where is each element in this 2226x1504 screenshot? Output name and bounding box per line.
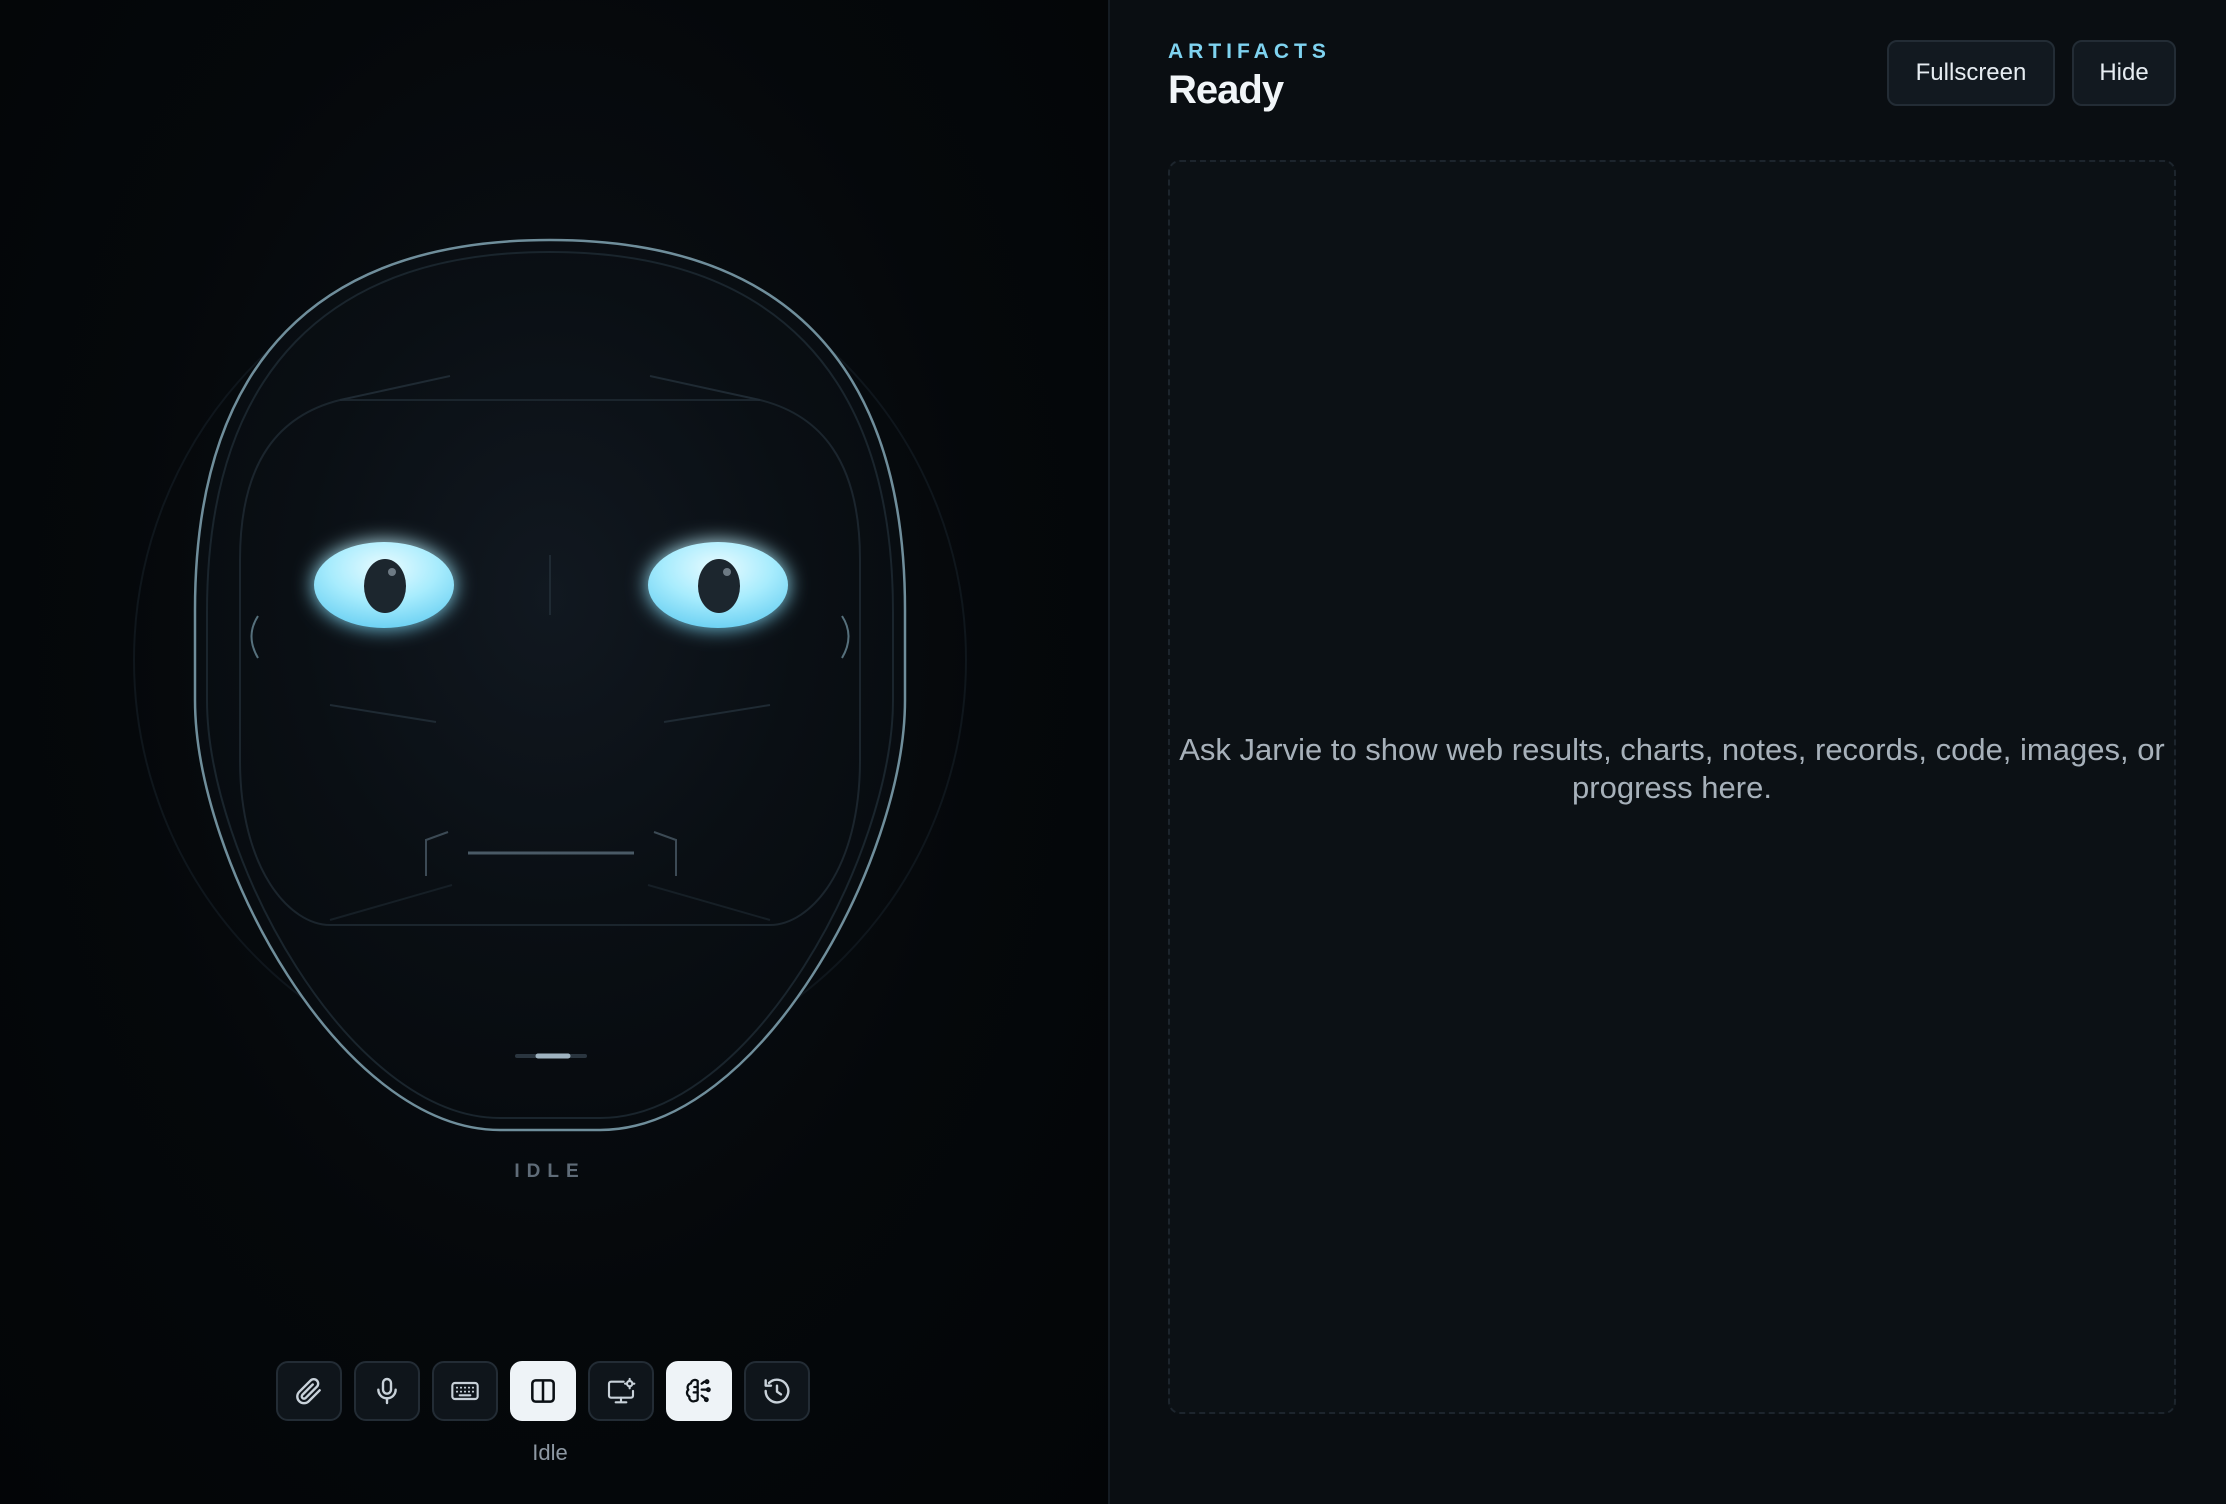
assistant-pane: IDLE Idle bbox=[0, 0, 1110, 1504]
toolbar-status: Idle bbox=[532, 1440, 568, 1465]
paperclip-icon bbox=[296, 1377, 321, 1405]
pupil-left bbox=[364, 559, 406, 613]
input-toolbar bbox=[276, 1361, 810, 1421]
assistant-face bbox=[133, 238, 967, 1132]
eye-left bbox=[314, 542, 454, 628]
attach-button[interactable] bbox=[276, 1361, 342, 1421]
hide-button[interactable]: Hide bbox=[2072, 40, 2176, 106]
screen-share-button[interactable] bbox=[588, 1361, 654, 1421]
app-window: IDLE Idle ARTIFACTS Ready Fullscreen Hid… bbox=[0, 0, 2226, 1504]
panel-split-icon bbox=[531, 1379, 555, 1403]
keyboard-button[interactable] bbox=[432, 1361, 498, 1421]
history-icon bbox=[764, 1378, 790, 1404]
panel-toggle-button[interactable] bbox=[510, 1361, 576, 1421]
artifacts-title: Ready bbox=[1168, 68, 1284, 112]
artifacts-panel: ARTIFACTS Ready Fullscreen Hide Ask Jarv… bbox=[1110, 0, 2226, 1504]
artifact-dropzone: Ask Jarvie to show web results, charts, … bbox=[1168, 160, 2176, 1414]
head-shell bbox=[193, 238, 907, 1132]
microphone-icon bbox=[377, 1377, 397, 1405]
artifacts-eyebrow: ARTIFACTS bbox=[1168, 40, 1331, 63]
history-button[interactable] bbox=[744, 1361, 810, 1421]
pupil-right bbox=[698, 559, 740, 613]
artifact-empty-hint: Ask Jarvie to show web results, charts, … bbox=[1179, 732, 2165, 805]
brain-button[interactable] bbox=[666, 1361, 732, 1421]
assistant-state-label: IDLE bbox=[514, 1161, 586, 1182]
keyboard-icon bbox=[451, 1381, 479, 1401]
microphone-button[interactable] bbox=[354, 1361, 420, 1421]
brain-icon bbox=[685, 1378, 711, 1403]
fullscreen-button[interactable]: Fullscreen bbox=[1887, 40, 2055, 106]
monitor-settings-icon bbox=[607, 1377, 636, 1404]
eye-right bbox=[648, 542, 788, 628]
